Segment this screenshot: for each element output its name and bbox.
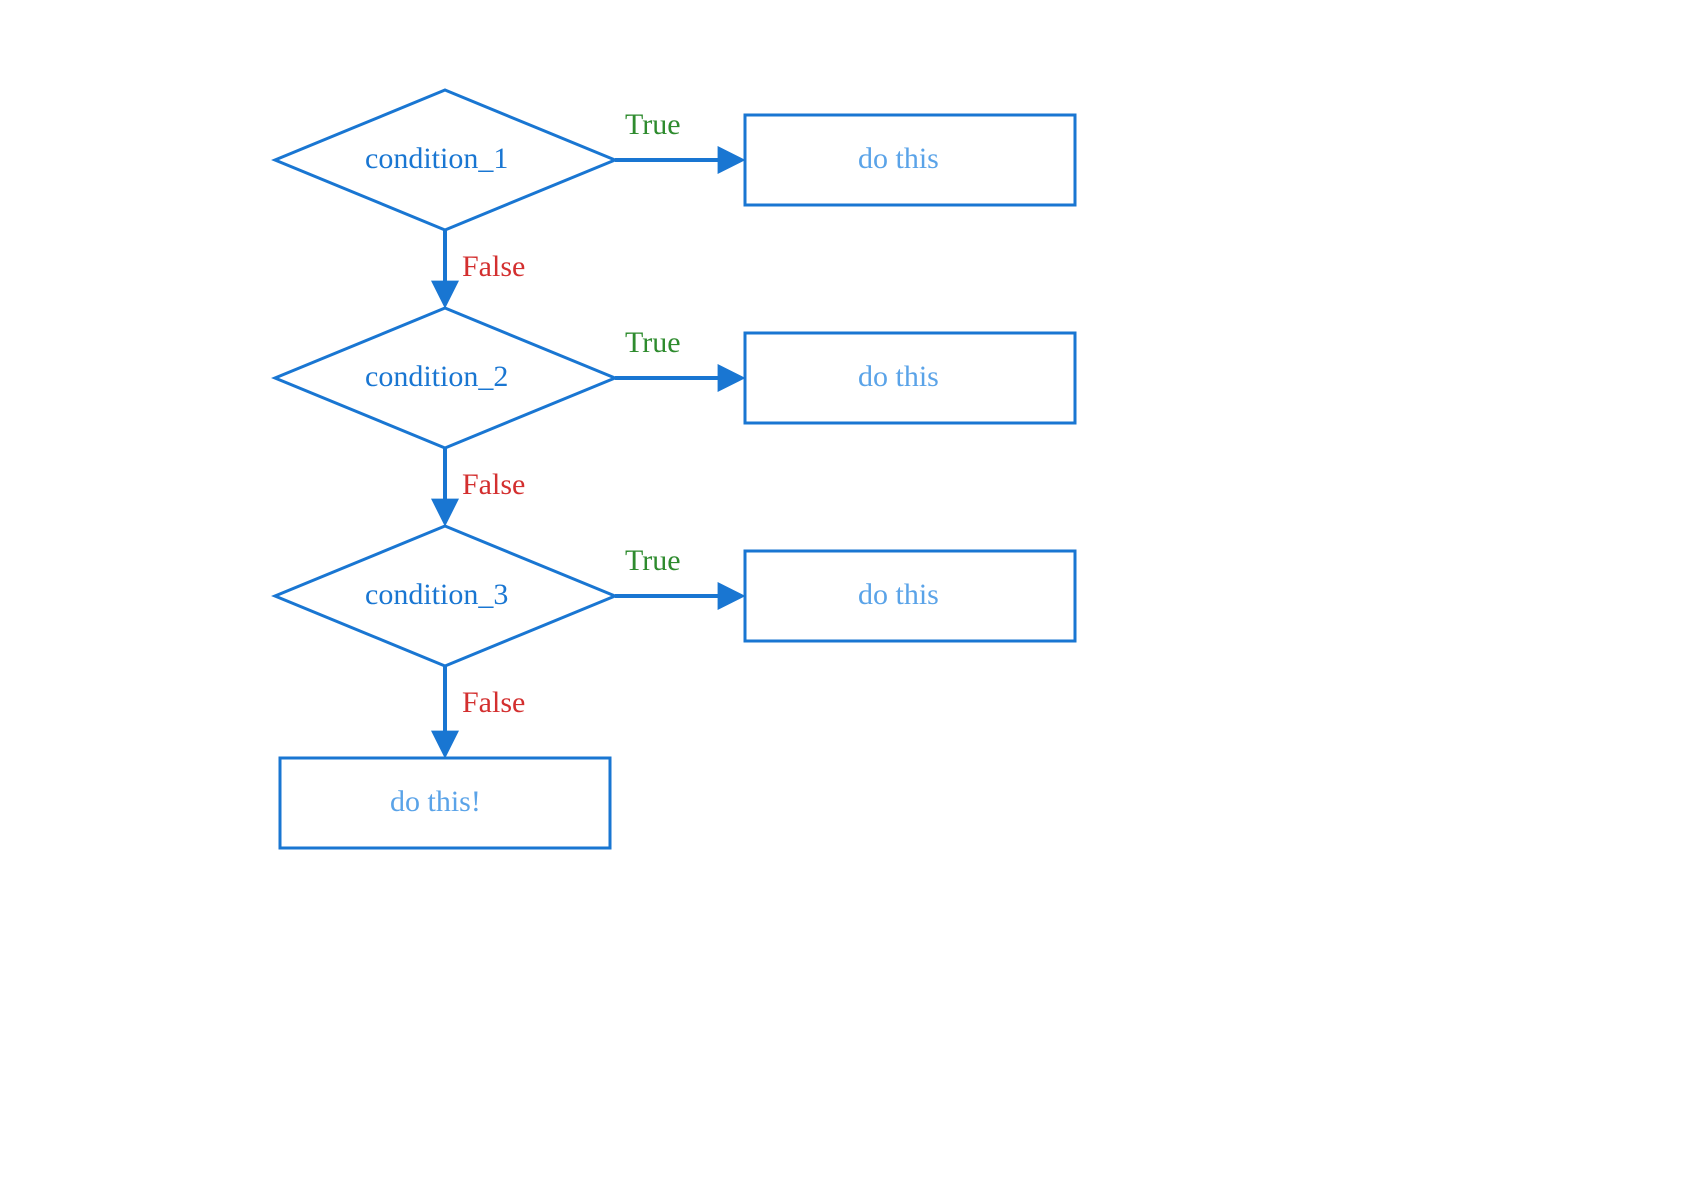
true-1-label: True bbox=[625, 108, 681, 142]
flowchart-svg bbox=[0, 0, 1691, 1200]
false-3-label: False bbox=[462, 686, 525, 720]
true-2-label: True bbox=[625, 326, 681, 360]
action-3-label: do this bbox=[858, 578, 939, 612]
condition-2-label: condition_2 bbox=[365, 360, 508, 394]
false-2-label: False bbox=[462, 468, 525, 502]
condition-1-label: condition_1 bbox=[365, 142, 508, 176]
condition-3-label: condition_3 bbox=[365, 578, 508, 612]
true-3-label: True bbox=[625, 544, 681, 578]
false-1-label: False bbox=[462, 250, 525, 284]
action-2-label: do this bbox=[858, 360, 939, 394]
action-1-label: do this bbox=[858, 142, 939, 176]
else-action-label: do this! bbox=[390, 785, 481, 819]
